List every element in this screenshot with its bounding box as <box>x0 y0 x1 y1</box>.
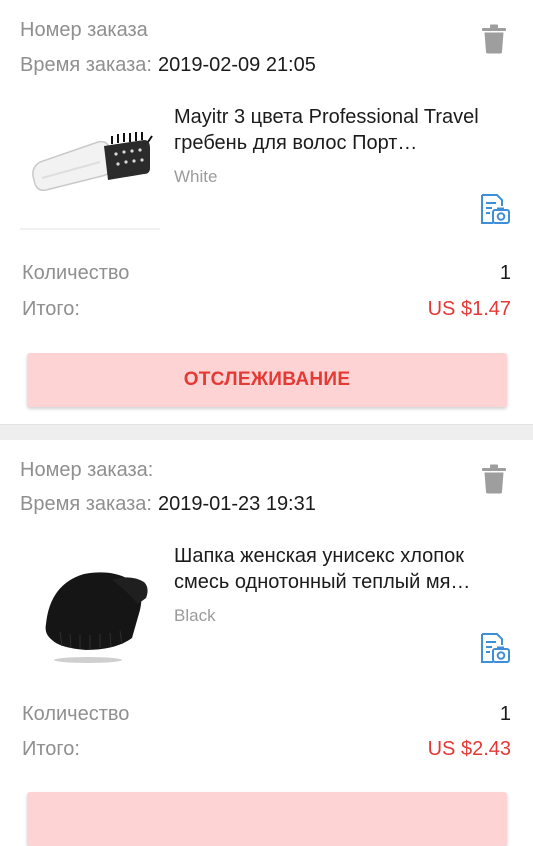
product-variant: White <box>174 167 218 186</box>
review-photo-icon <box>481 633 510 663</box>
product-variant: Black <box>174 606 216 625</box>
order-time-row: Время заказа: 2019-01-23 19:31 <box>20 491 316 517</box>
order-card: Номер заказа: Время заказа: 2019-01-23 19… <box>0 440 533 846</box>
total-label: Итого: <box>22 298 80 320</box>
order-card: Номер заказа Время заказа: 2019-02-09 21:… <box>0 0 533 424</box>
quantity-row: Количество 1 <box>22 700 511 728</box>
beanie-image <box>20 534 160 674</box>
product-title[interactable]: Mayitr 3 цвета Professional Travel гребе… <box>174 104 510 156</box>
quantity-row: Количество 1 <box>22 259 511 287</box>
quantity-value: 1 <box>499 262 511 284</box>
order-time-value: 2019-02-09 21:05 <box>157 54 316 76</box>
order-number-label: Номер заказа <box>20 19 148 41</box>
quantity-value: 1 <box>499 703 511 725</box>
order-time-row: Время заказа: 2019-02-09 21:05 <box>20 52 316 78</box>
order-number-row: Номер заказа <box>20 17 148 43</box>
total-price: US $2.43 <box>427 738 511 760</box>
track-order-button[interactable]: ОТСЛЕЖИВАНИЕ <box>27 353 507 407</box>
order-time-value: 2019-01-23 19:31 <box>157 493 316 515</box>
product-image[interactable] <box>20 96 160 236</box>
total-price: US $1.47 <box>427 298 511 320</box>
trash-icon <box>482 464 506 494</box>
track-order-button[interactable] <box>27 792 507 846</box>
quantity-label: Количество <box>22 703 130 725</box>
trash-icon <box>482 24 506 54</box>
hairbrush-image <box>20 96 160 236</box>
product-title[interactable]: Шапка женская унисекс хлопок смесь однот… <box>174 543 510 595</box>
order-separator <box>0 424 533 441</box>
total-row: Итого: US $2.43 <box>22 735 511 763</box>
order-number-label: Номер заказа: <box>20 459 154 481</box>
total-row: Итого: US $1.47 <box>22 295 511 323</box>
delete-order-button[interactable] <box>481 464 507 494</box>
review-photo-button[interactable] <box>477 192 511 226</box>
total-label: Итого: <box>22 738 80 760</box>
order-time-label: Время заказа: <box>20 54 152 76</box>
review-photo-icon <box>481 194 510 224</box>
quantity-label: Количество <box>22 262 130 284</box>
order-number-row: Номер заказа: <box>20 457 153 483</box>
order-time-label: Время заказа: <box>20 493 152 515</box>
delete-order-button[interactable] <box>481 24 507 54</box>
product-image[interactable] <box>20 534 160 674</box>
review-photo-button[interactable] <box>477 631 511 665</box>
